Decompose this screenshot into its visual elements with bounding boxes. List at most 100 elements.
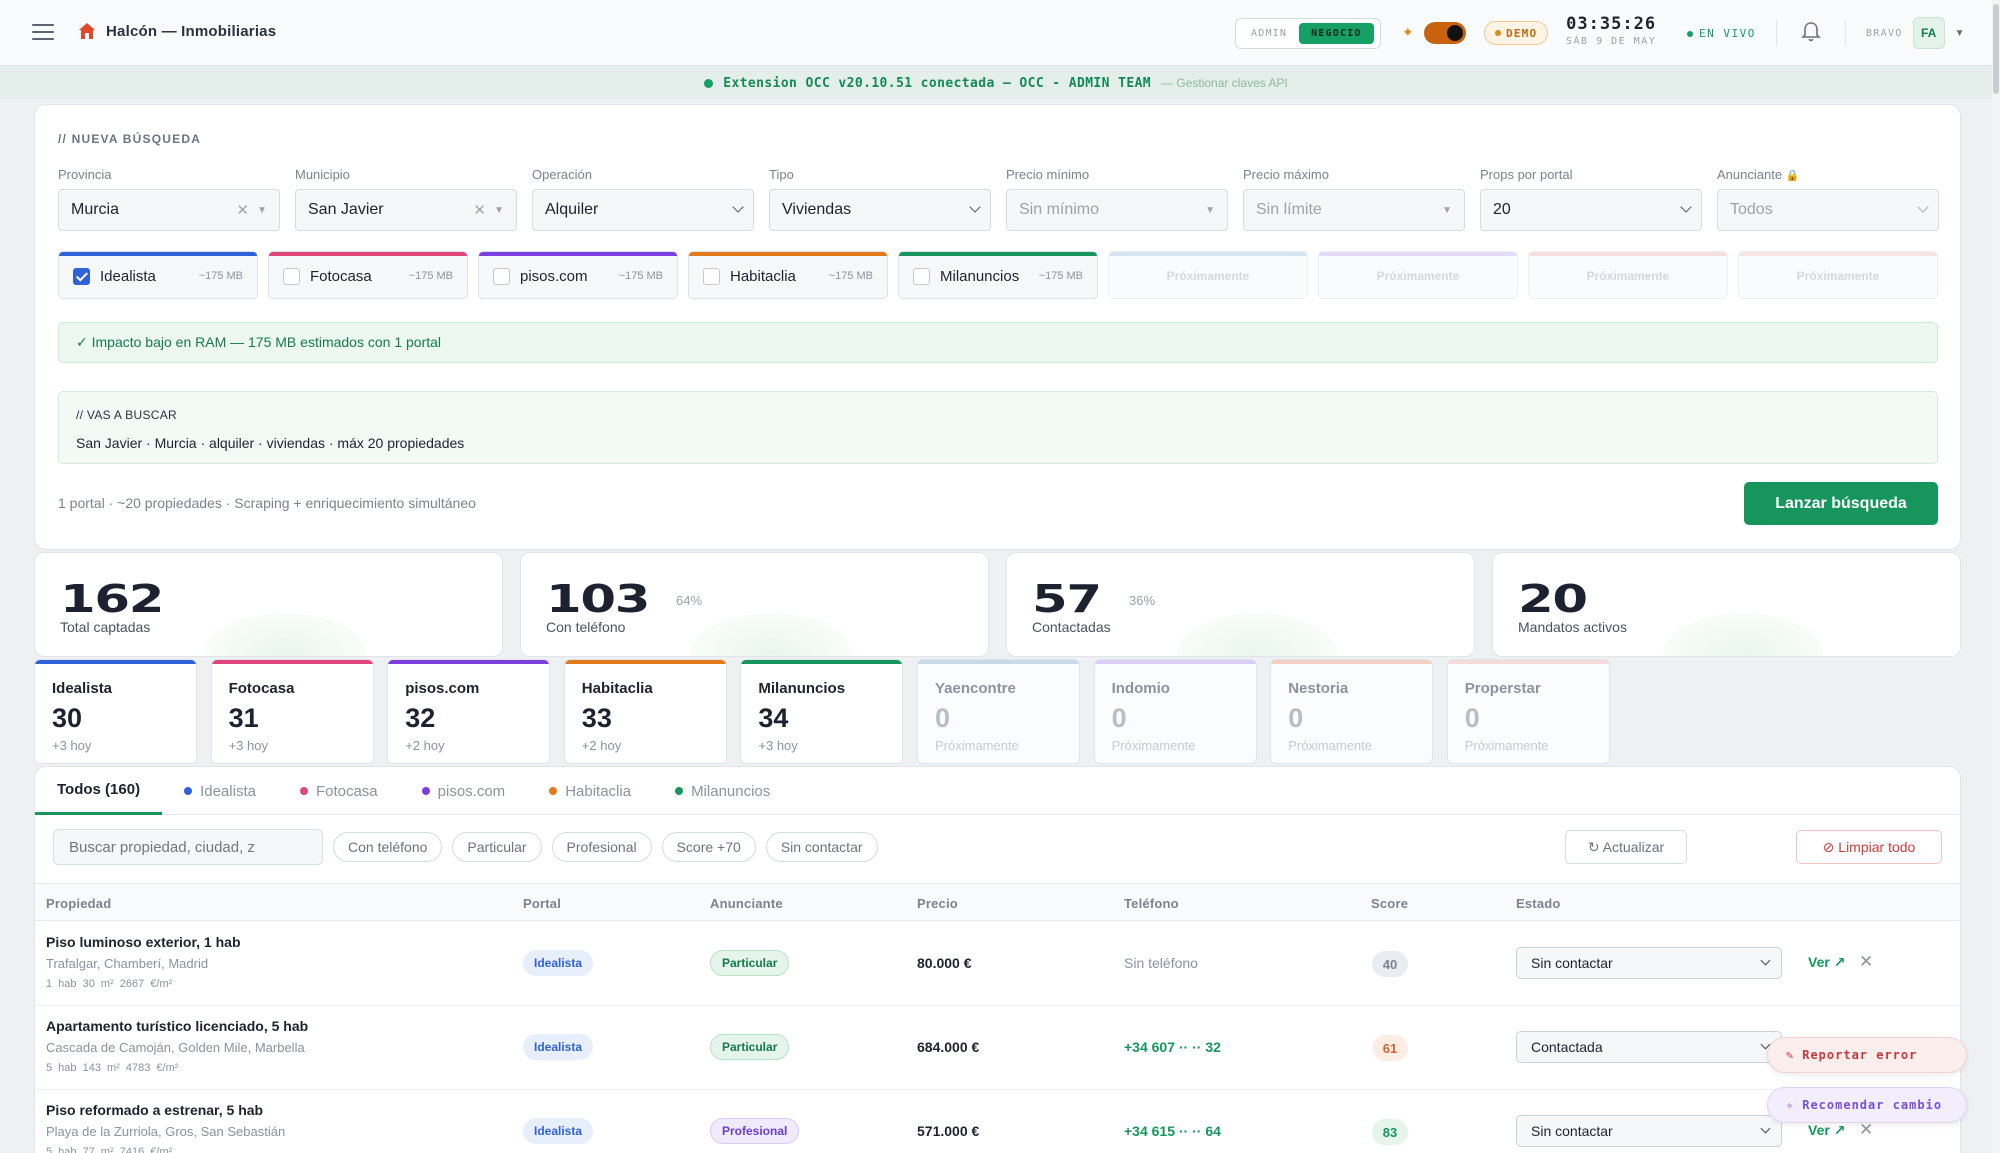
portal-option-idealista[interactable]: Idealista ~175 MB: [58, 251, 258, 299]
portal-option-milanuncios[interactable]: Milanuncios ~175 MB: [898, 251, 1098, 299]
properties-table-card: Todos (160) Idealista Fotocasa pisos.com Hab…: [34, 766, 1961, 1153]
filter-chip[interactable]: Con teléfono: [333, 832, 443, 862]
user-menu[interactable]: BRAVO FA ▼: [1866, 17, 1965, 49]
property-title[interactable]: Piso luminoso exterior, 1 hab: [46, 934, 241, 950]
field-label: Provincia: [58, 167, 112, 182]
portal-option-coming-soon: Próximamente: [1108, 251, 1308, 299]
status-select[interactable]: Sin contactar: [1516, 1115, 1782, 1147]
recommend-change-label: Recomendar cambio: [1802, 1098, 1943, 1112]
refresh-button[interactable]: ↻ Actualizar: [1565, 830, 1687, 864]
portal-size: ~175 MB: [618, 270, 663, 282]
tab-fotocasa[interactable]: Fotocasa: [278, 767, 400, 815]
status-select[interactable]: Contactada: [1516, 1031, 1782, 1063]
portal-count-card[interactable]: Idealista 30 +3 hoy: [34, 659, 197, 764]
advertiser-select[interactable]: Todos: [1717, 189, 1939, 231]
live-label: EN VIVO: [1699, 27, 1756, 40]
mode-negocio[interactable]: NEGOCIO: [1299, 23, 1374, 44]
property-title[interactable]: Apartamento turístico licenciado, 5 hab: [46, 1018, 308, 1034]
column-header[interactable]: Propiedad: [46, 896, 111, 911]
portal-option-fotocasa[interactable]: Fotocasa ~175 MB: [268, 251, 468, 299]
operation-select[interactable]: Alquiler: [532, 189, 754, 231]
tab-milanuncios[interactable]: Milanuncios: [653, 767, 792, 815]
portal-count-value: 34: [758, 703, 789, 733]
close-icon[interactable]: ✕: [1859, 952, 1873, 972]
checkbox[interactable]: [913, 267, 930, 285]
max-price-select[interactable]: Sin límite ▼: [1243, 189, 1465, 231]
menu-icon[interactable]: [32, 24, 54, 40]
view-link[interactable]: Ver ↗: [1808, 954, 1845, 971]
theme-toggle[interactable]: [1424, 22, 1466, 44]
mode-admin[interactable]: ADMIN: [1239, 23, 1299, 44]
bell-icon[interactable]: [1801, 21, 1821, 43]
filter-chip[interactable]: Sin contactar: [765, 832, 878, 862]
scrollbar[interactable]: [1992, 0, 2000, 1153]
checkbox[interactable]: [493, 267, 510, 285]
phone-cell[interactable]: +34 615 ·· ·· 64: [1124, 1123, 1221, 1139]
portal-count-name: Idealista: [52, 680, 113, 697]
checkbox[interactable]: [283, 267, 300, 285]
table-row[interactable]: Piso reformado a estrenar, 5 hab Playa de…: [35, 1090, 1960, 1153]
clear-icon[interactable]: ✕: [473, 201, 486, 219]
portal-option-habitaclia[interactable]: Habitaclia ~175 MB: [688, 251, 888, 299]
portal-size: ~175 MB: [198, 270, 243, 282]
brand[interactable]: Halcón — Inmobiliarias: [78, 22, 276, 40]
portal-count-sub: Próximamente: [935, 738, 1019, 753]
coming-soon-label: Próximamente: [1796, 269, 1880, 283]
tab-label: Idealista: [200, 782, 256, 800]
search-input[interactable]: [53, 829, 323, 865]
clear-icon[interactable]: ✕: [236, 201, 249, 219]
recommend-change-button[interactable]: ✧ Recomendar cambio: [1767, 1087, 1967, 1123]
column-header[interactable]: Portal: [523, 896, 561, 911]
report-error-label: Reportar error: [1802, 1048, 1918, 1062]
report-error-button[interactable]: ✎ Reportar error: [1767, 1037, 1967, 1073]
province-select[interactable]: Murcia ✕ ▼: [58, 189, 280, 231]
portal-option-pisoscom[interactable]: pisos.com ~175 MB: [478, 251, 678, 299]
column-header[interactable]: Estado: [1516, 896, 1561, 911]
tab-pisoscom[interactable]: pisos.com: [400, 767, 528, 815]
portal-color-bar: [1529, 252, 1727, 256]
demo-badge[interactable]: DEMO: [1484, 21, 1549, 45]
checkbox[interactable]: [703, 267, 720, 285]
column-header[interactable]: Anunciante: [710, 896, 783, 911]
chevron-down-icon: [1917, 201, 1929, 213]
view-link[interactable]: Ver ↗: [1808, 1122, 1845, 1139]
table-row[interactable]: Piso luminoso exterior, 1 hab Trafalgar, …: [35, 922, 1960, 1006]
portal-count-card[interactable]: Milanuncios 34 +3 hoy: [740, 659, 904, 764]
manage-api-keys-link[interactable]: — Gestionar claves API: [1161, 76, 1288, 90]
select-value: Sin mínimo: [1019, 201, 1100, 218]
column-header[interactable]: Precio: [917, 896, 958, 911]
filter-chip[interactable]: Profesional: [551, 832, 652, 862]
type-field: Tipo Viviendas: [769, 167, 991, 231]
clear-all-button[interactable]: ⊘ Limpiar todo: [1796, 830, 1942, 864]
phone-cell[interactable]: +34 607 ·· ·· 32: [1124, 1039, 1221, 1055]
section-title: // NUEVA BÚSQUEDA: [58, 132, 202, 146]
portal-count-card: Properstar 0 Próximamente: [1446, 659, 1610, 764]
portal-count-value: 33: [581, 703, 612, 733]
table-row[interactable]: Apartamento turístico licenciado, 5 hab C…: [35, 1006, 1960, 1090]
portal-cell: Idealista: [523, 1118, 594, 1144]
tab-idealista[interactable]: Idealista: [162, 767, 278, 815]
municipality-select[interactable]: San Javier ✕ ▼: [295, 189, 517, 231]
tab-todos[interactable]: Todos (160): [35, 767, 163, 815]
column-header[interactable]: Teléfono: [1124, 896, 1179, 911]
type-select[interactable]: Viviendas: [769, 189, 991, 231]
checkbox[interactable]: [73, 267, 90, 285]
status-select[interactable]: Sin contactar: [1516, 947, 1782, 979]
props-per-portal-select[interactable]: 20: [1480, 189, 1702, 231]
portal-count-sub: Próximamente: [1111, 738, 1196, 753]
portal-count-card[interactable]: Fotocasa 31 +3 hoy: [210, 659, 374, 764]
launch-search-button[interactable]: Lanzar búsqueda: [1744, 482, 1938, 525]
portal-count-value: 30: [52, 703, 83, 733]
portal-count-card[interactable]: pisos.com 32 +2 hoy: [387, 659, 551, 764]
column-header[interactable]: Score: [1371, 896, 1408, 911]
min-price-select[interactable]: Sin mínimo ▼: [1006, 189, 1228, 231]
filter-chip[interactable]: Particular: [452, 832, 542, 862]
tab-habitaclia[interactable]: Habitaclia: [527, 767, 653, 815]
advertiser-badge: Particular: [710, 1034, 790, 1060]
portal-color-bar: [1319, 252, 1517, 256]
property-title[interactable]: Piso reformado a estrenar, 5 hab: [46, 1102, 285, 1118]
summary-title: // VAS A BUSCAR: [76, 408, 177, 422]
portal-count-card[interactable]: Habitaclia 33 +2 hoy: [563, 659, 727, 764]
close-icon[interactable]: ✕: [1859, 1120, 1873, 1140]
filter-chip[interactable]: Score +70: [661, 832, 756, 862]
